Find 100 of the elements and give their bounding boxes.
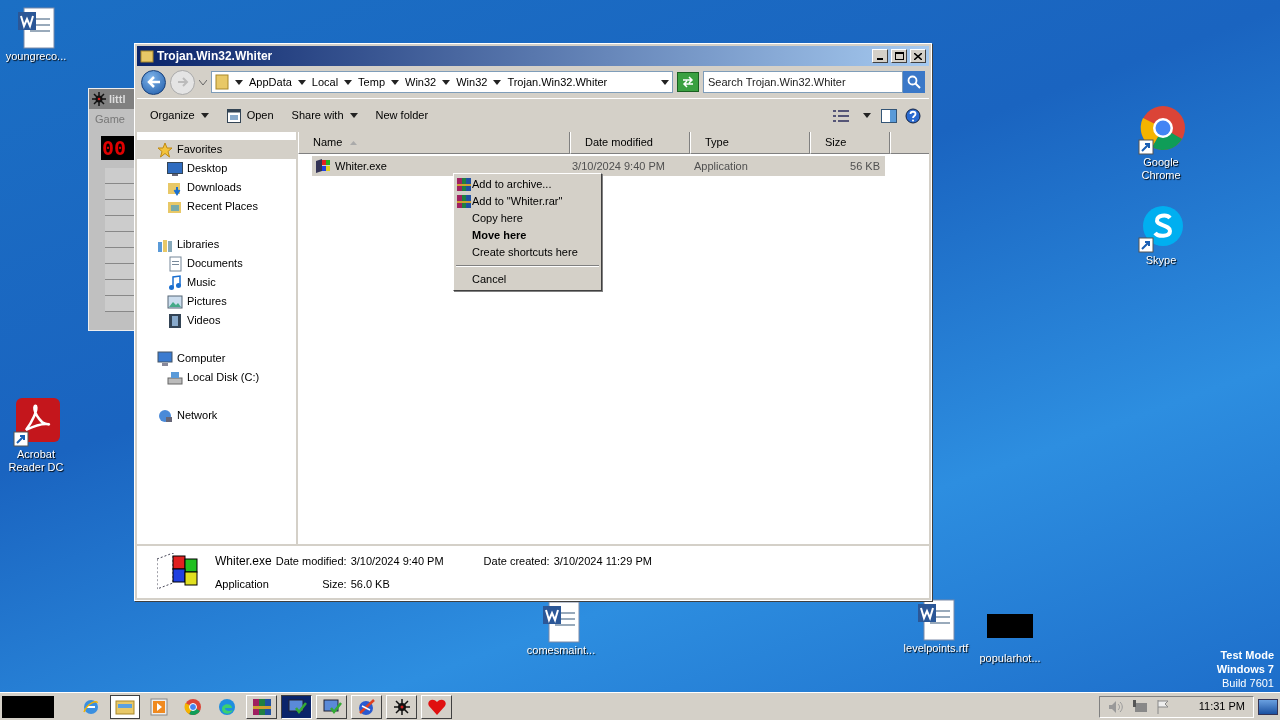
caret-icon[interactable] [199, 79, 207, 85]
network-icon[interactable] [1132, 699, 1148, 714]
column-header[interactable]: Name [298, 132, 570, 154]
detail-value: 56.0 KB [350, 576, 391, 592]
menu-item[interactable]: Copy here [454, 210, 601, 227]
column-header[interactable]: Date modified [570, 132, 690, 154]
toolbar-button[interactable]: New folder [366, 103, 438, 128]
address-bar[interactable]: AppData Local Temp Win32 Win32 Trojan.Win32.Whiter [211, 71, 673, 93]
music-note-icon [167, 274, 183, 291]
breadcrumb-item[interactable]: Win32 [405, 73, 437, 91]
windows-flag-icon [157, 553, 201, 591]
back-button[interactable] [141, 69, 166, 95]
menu-item[interactable]: Add to "Whiter.rar" [454, 193, 601, 210]
breadcrumb-item[interactable]: Local [311, 73, 339, 91]
monitor-check-icon [321, 697, 342, 716]
breadcrumb-item[interactable]: AppData [249, 73, 292, 91]
toolbar-button[interactable]: Organize [141, 103, 218, 128]
caret-icon [200, 113, 209, 118]
desktop-icon-label[interactable]: levelpoints.rtf [903, 642, 969, 655]
nav-item[interactable]: Computer [137, 349, 296, 368]
document-icon [16, 6, 56, 50]
skype-icon [1137, 204, 1185, 254]
caret-icon [661, 79, 669, 85]
column-header[interactable]: Size [810, 132, 890, 154]
date-cell-text: 3/10/2024 9:40 PM [571, 158, 666, 174]
nav-item[interactable]: Videos [137, 311, 296, 330]
clock: 11:31 PM [1198, 699, 1245, 715]
nav-item[interactable]: Local Disk (C:) [137, 368, 296, 387]
redacted-icon [987, 614, 1033, 638]
desktop-icon-label[interactable]: popularhot... [979, 652, 1041, 665]
minimize-button[interactable] [872, 49, 888, 63]
watermark-text: Build 7601 [1222, 676, 1274, 690]
breadcrumb-item[interactable]: Temp [358, 73, 385, 91]
close-icon [914, 52, 922, 60]
nav-item[interactable]: Network [137, 406, 296, 425]
toolbar-button[interactable]: Open [217, 103, 283, 128]
caret-icon [349, 113, 358, 118]
maximize-button[interactable] [891, 49, 907, 63]
start-button[interactable] [2, 695, 54, 718]
column-header [890, 132, 929, 154]
nav-item[interactable]: Music [137, 273, 296, 292]
help-icon [905, 107, 921, 124]
taskbar-button[interactable] [110, 694, 140, 719]
menu-item[interactable]: Add to archive... [454, 176, 601, 193]
flag-icon[interactable] [1156, 699, 1170, 714]
search-button[interactable] [903, 71, 925, 93]
desktop-icon-label[interactable]: Google Chrome [1126, 156, 1196, 182]
breadcrumb-item[interactable]: Win32 [456, 73, 488, 91]
nav-item[interactable]: Pictures [137, 292, 296, 311]
detail-label: Date modified: [275, 553, 347, 569]
bug-icon [91, 91, 107, 107]
archive-books-icon [457, 178, 471, 191]
show-desktop-button[interactable] [1258, 698, 1278, 715]
nav-item[interactable]: Libraries [137, 235, 296, 254]
maximize-icon [894, 52, 904, 60]
desktop-icon-label[interactable]: Acrobat Reader DC [2, 448, 70, 474]
back-arrow-icon [146, 76, 161, 88]
detail-value: 3/10/2024 9:40 PM [350, 553, 444, 569]
detail-label: Date created: [482, 553, 550, 569]
folder-icon [140, 49, 154, 63]
caret-icon [493, 79, 502, 85]
nav-item[interactable]: Favorites [137, 140, 296, 159]
file-name: Whiter.exe [215, 552, 272, 570]
file-row[interactable]: Whiter.exe 3/10/2024 9:40 PM Application 56 KB [312, 156, 885, 176]
file-type: Application [215, 576, 270, 592]
close-button[interactable] [910, 49, 926, 63]
star-icon [157, 141, 173, 158]
nav-item[interactable]: Desktop [137, 159, 296, 178]
nav-item[interactable]: Downloads [137, 178, 296, 197]
menu-item[interactable]: Cancel [454, 271, 601, 288]
menu-item[interactable]: Create shortcuts here [454, 244, 601, 261]
chrome-icon [184, 697, 202, 716]
archive-books-icon [251, 697, 272, 716]
detail-value: 3/10/2024 11:29 PM [553, 553, 652, 569]
column-header[interactable]: Type [690, 132, 810, 154]
type-cell-text: Application [693, 158, 749, 174]
desktop-icon-label[interactable]: Skype [1145, 254, 1177, 267]
nav-item[interactable]: Documents [137, 254, 296, 273]
breadcrumb-item[interactable]: Trojan.Win32.Whiter [507, 73, 608, 91]
watermark-text: Test Mode [1220, 648, 1274, 662]
window-title: Trojan.Win32.Whiter [157, 48, 274, 65]
film-icon [167, 312, 183, 329]
documents-icon [167, 255, 183, 272]
forward-arrow-icon [176, 77, 189, 87]
desktop-icon-label[interactable]: youngreco... [5, 50, 67, 63]
edge-icon [218, 697, 236, 716]
file-name: Whiter.exe [335, 158, 387, 174]
toolbar-button[interactable]: Share with [282, 103, 367, 128]
caret-icon [297, 79, 306, 85]
refresh-button[interactable] [677, 72, 699, 92]
window-title: littl [109, 91, 126, 107]
search-field[interactable]: Search Trojan.Win32.Whiter [703, 71, 903, 93]
acrobat-icon [12, 398, 60, 448]
detail-label: Size: [321, 576, 347, 592]
desktop-icon-label[interactable]: comesmaint... [526, 644, 596, 657]
menu-item[interactable]: Move here [454, 227, 601, 244]
caret-icon [442, 79, 451, 85]
nav-item[interactable]: Recent Places [137, 197, 296, 216]
heart-icon [426, 697, 447, 716]
taskbar-button[interactable] [281, 694, 312, 719]
